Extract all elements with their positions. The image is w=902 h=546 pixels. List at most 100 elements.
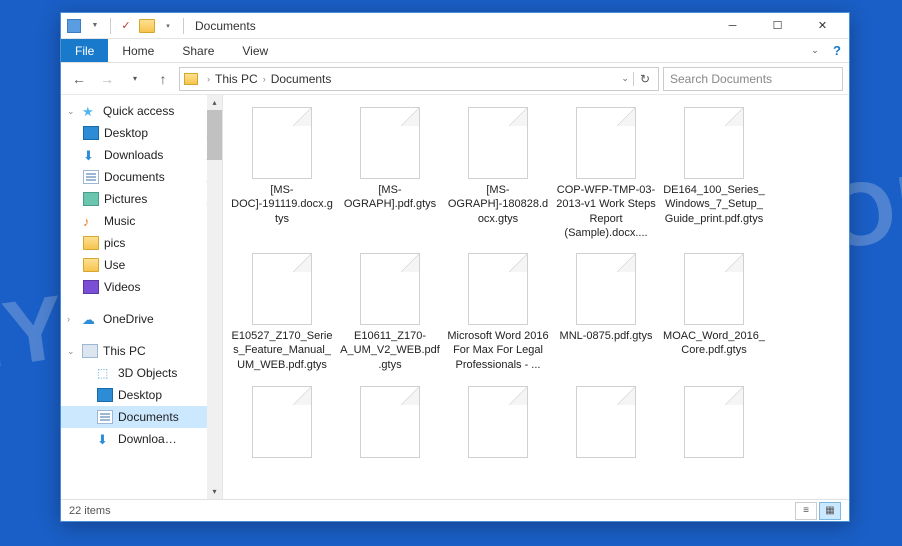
tab-view[interactable]: View [228, 39, 282, 62]
search-input[interactable]: Search Documents [663, 67, 843, 91]
undo-icon[interactable]: ✓ [117, 17, 135, 35]
minimize-button[interactable]: ─ [710, 13, 755, 39]
file-item[interactable]: MNL-0875.pdf.gtys [555, 253, 657, 372]
details-view-button[interactable]: ≡ [795, 502, 817, 520]
statusbar: 22 items ≡ ▦ [61, 499, 849, 521]
file-item[interactable]: E10527_Z170_Series_Feature_Manual_UM_WEB… [231, 253, 333, 372]
close-button[interactable]: ✕ [800, 13, 845, 39]
file-item[interactable]: MOAC_Word_2016_Core.pdf.gtys [663, 253, 765, 372]
navigation-pane: ⌄ ★ Quick access Desktop📌⬇Downloads📌Docu… [61, 95, 223, 499]
qat-chevron-icon[interactable]: ▾ [159, 17, 177, 35]
up-button[interactable]: ↑ [151, 67, 175, 91]
nav-label: Documents [104, 170, 165, 184]
star-icon: ★ [82, 104, 98, 118]
folder-icon [184, 73, 198, 85]
sidebar-item-desktop[interactable]: Desktop📌 [61, 122, 222, 144]
sidebar-item-use[interactable]: Use [61, 254, 222, 276]
tab-share[interactable]: Share [168, 39, 228, 62]
nav-scrollbar[interactable]: ▴ ▾ [207, 95, 222, 499]
tab-home[interactable]: Home [108, 39, 168, 62]
file-name: MOAC_Word_2016_Core.pdf.gtys [663, 329, 765, 358]
ribbon-collapse-icon[interactable]: ⌄ [805, 39, 825, 62]
file-icon [468, 386, 528, 458]
file-icon [468, 107, 528, 179]
video-icon [83, 280, 99, 294]
sidebar-item-desktop[interactable]: Desktop [61, 384, 222, 406]
sidebar-item-videos[interactable]: Videos [61, 276, 222, 298]
file-item[interactable] [447, 386, 549, 462]
file-item[interactable] [663, 386, 765, 462]
sidebar-item-pics[interactable]: pics [61, 232, 222, 254]
breadcrumb[interactable]: › This PC › Documents ⌄ ↻ [179, 67, 659, 91]
file-item[interactable]: DE164_100_Series_Windows_7_Setup_Guide_p… [663, 107, 765, 239]
file-name: E10527_Z170_Series_Feature_Manual_UM_WEB… [231, 329, 333, 372]
icons-view-button[interactable]: ▦ [819, 502, 841, 520]
file-name: Microsoft Word 2016 For Max For Legal Pr… [447, 329, 549, 372]
file-item[interactable]: [MS-OGRAPH]-180828.docx.gtys [447, 107, 549, 239]
expand-icon[interactable]: › [67, 314, 77, 324]
file-grid[interactable]: [MS-DOC]-191119.docx.gtys[MS-OGRAPH].pdf… [223, 95, 849, 499]
folder-icon[interactable] [138, 17, 156, 35]
downloads-icon: ⬇ [97, 432, 113, 446]
file-item[interactable] [555, 386, 657, 462]
sidebar-item-downloads[interactable]: ⬇ Downloa… [61, 428, 222, 450]
file-icon [576, 253, 636, 325]
forward-button[interactable]: → [95, 67, 119, 91]
chevron-down-icon[interactable]: ⌄ [621, 73, 629, 84]
tab-file[interactable]: File [61, 39, 108, 62]
file-name: [MS-OGRAPH]-180828.docx.gtys [447, 183, 549, 226]
nav-onedrive[interactable]: › ☁ OneDrive [61, 308, 222, 330]
file-item[interactable]: COP-WFP-TMP-03-2013-v1 Work Steps Report… [555, 107, 657, 239]
help-icon[interactable]: ? [825, 39, 849, 62]
scroll-thumb[interactable] [207, 110, 222, 160]
maximize-button[interactable]: ☐ [755, 13, 800, 39]
sidebar-item-music[interactable]: ♪Music [61, 210, 222, 232]
file-item[interactable]: [MS-OGRAPH].pdf.gtys [339, 107, 441, 239]
sidebar-item-documents[interactable]: Documents [61, 406, 222, 428]
file-item[interactable] [231, 386, 333, 462]
recent-dropdown-icon[interactable]: ▾ [123, 67, 147, 91]
titlebar: ▼ ✓ ▾ Documents ─ ☐ ✕ [61, 13, 849, 39]
file-icon [468, 253, 528, 325]
crumb-this-pc[interactable]: This PC [215, 72, 258, 86]
file-item[interactable] [339, 386, 441, 462]
file-icon [252, 386, 312, 458]
nav-label: Desktop [104, 126, 148, 140]
pic-icon [83, 192, 99, 206]
navbar: ← → ▾ ↑ › This PC › Documents ⌄ ↻ Search… [61, 63, 849, 95]
expand-icon[interactable]: ⌄ [67, 106, 77, 117]
file-icon [576, 107, 636, 179]
scroll-up-icon[interactable]: ▴ [207, 95, 222, 110]
chevron-right-icon[interactable]: › [258, 74, 271, 84]
sidebar-item-3d-objects[interactable]: ⬚ 3D Objects [61, 362, 222, 384]
chevron-right-icon[interactable]: › [202, 74, 215, 84]
sidebar-item-downloads[interactable]: ⬇Downloads📌 [61, 144, 222, 166]
file-name: E10611_Z170-A_UM_V2_WEB.pdf.gtys [339, 329, 441, 372]
file-icon [360, 386, 420, 458]
nav-label: Videos [104, 280, 140, 294]
scroll-down-icon[interactable]: ▾ [207, 484, 222, 499]
nav-label: Pictures [104, 192, 147, 206]
qat-dropdown-icon[interactable]: ▼ [86, 17, 104, 35]
back-button[interactable]: ← [67, 67, 91, 91]
refresh-icon[interactable]: ↻ [633, 72, 650, 86]
3d-icon: ⬚ [97, 366, 113, 380]
properties-icon[interactable] [65, 17, 83, 35]
nav-quick-access[interactable]: ⌄ ★ Quick access [61, 100, 222, 122]
file-item[interactable]: E10611_Z170-A_UM_V2_WEB.pdf.gtys [339, 253, 441, 372]
expand-icon[interactable]: ⌄ [67, 346, 77, 357]
file-item[interactable]: [MS-DOC]-191119.docx.gtys [231, 107, 333, 239]
sidebar-item-documents[interactable]: Documents📌 [61, 166, 222, 188]
nav-label: 3D Objects [118, 366, 177, 380]
file-icon [684, 107, 744, 179]
explorer-window: ▼ ✓ ▾ Documents ─ ☐ ✕ File Home Share Vi… [60, 12, 850, 522]
ribbon-tabs: File Home Share View ⌄ ? [61, 39, 849, 63]
nav-label: Music [104, 214, 135, 228]
nav-label: OneDrive [103, 312, 154, 326]
content-area: ⌄ ★ Quick access Desktop📌⬇Downloads📌Docu… [61, 95, 849, 499]
nav-this-pc[interactable]: ⌄ This PC [61, 340, 222, 362]
file-item[interactable]: Microsoft Word 2016 For Max For Legal Pr… [447, 253, 549, 372]
crumb-documents[interactable]: Documents [271, 72, 332, 86]
nav-label: Downloa… [118, 432, 177, 446]
sidebar-item-pictures[interactable]: Pictures📌 [61, 188, 222, 210]
